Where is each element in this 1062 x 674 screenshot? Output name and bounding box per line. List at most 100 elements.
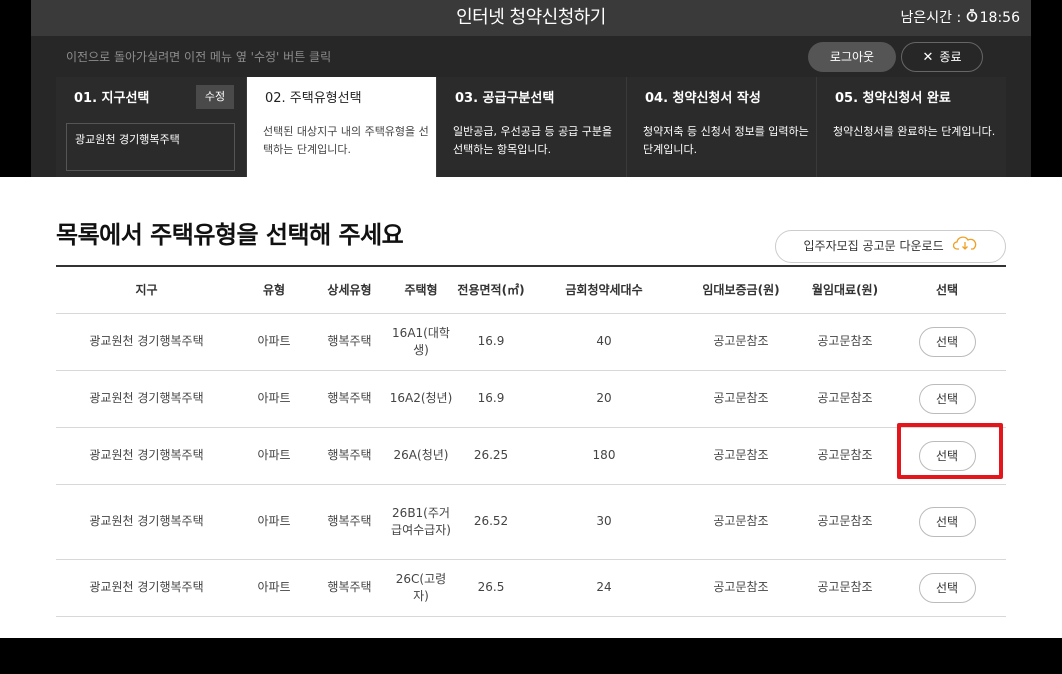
cell-detail: 행복주택: [311, 559, 388, 617]
cell-select: 선택: [888, 559, 1006, 617]
cell-area: 26.5: [454, 559, 528, 617]
cell-rent: 공고문참조: [802, 370, 888, 428]
step-title: 04. 청약신청서 작성: [645, 91, 761, 106]
cell-rent: 공고문참조: [802, 559, 888, 617]
download-notice-button[interactable]: 입주자모집 공고문 다운로드: [775, 230, 1006, 263]
column-header: 주택형: [388, 265, 454, 314]
step-description: 청약신청서를 완료하는 단계입니다.: [833, 125, 996, 138]
select-button[interactable]: 선택: [918, 506, 976, 537]
cell-select: 선택: [888, 484, 1006, 560]
edit-district-button[interactable]: 수정: [196, 85, 234, 109]
house-type-table: 지구 유형 상세유형 주택형 전용면적(㎡) 금회청약세대수 임대보증금(원) …: [56, 265, 1006, 617]
timer-label: 남은시간 :: [900, 10, 962, 26]
cell-house-type: 16A2(청년): [388, 370, 454, 428]
step-list: 01. 지구선택 수정 광교원천 경기행복주택 02. 주택유형선택 선택된 대…: [56, 77, 1006, 177]
timer-value: 18:56: [979, 10, 1020, 26]
step-supply-type: 03. 공급구분선택 일반공급, 우선공급 등 공급 구분을 선택하는 항목입니…: [436, 77, 626, 177]
exit-button[interactable]: ✕ 종료: [901, 42, 983, 72]
download-label: 입주자모집 공고문 다운로드: [803, 239, 944, 253]
logout-button[interactable]: 로그아웃: [808, 42, 896, 72]
selected-district-box: 광교원천 경기행복주택: [66, 123, 235, 171]
exit-label: 종료: [939, 50, 962, 64]
cell-house-type: 26A(청년): [388, 427, 454, 485]
cell-type: 아파트: [237, 559, 311, 617]
cell-select: 선택: [888, 313, 1006, 371]
cell-deposit: 공고문참조: [680, 559, 802, 617]
close-icon: ✕: [922, 50, 934, 65]
step-title: 05. 청약신청서 완료: [835, 91, 951, 106]
step-description: 선택된 대상지구 내의 주택유형을 선택하는 단계입니다.: [263, 125, 429, 156]
step-description: 일반공급, 우선공급 등 공급 구분을 선택하는 항목입니다.: [453, 125, 613, 156]
cell-units: 30: [528, 484, 680, 560]
cloud-download-icon: [953, 231, 977, 262]
column-header: 월임대료(원): [802, 265, 888, 314]
cell-area: 26.25: [454, 427, 528, 485]
cell-area: 26.52: [454, 484, 528, 560]
table-row: 광교원천 경기행복주택 아파트 행복주택 26C(고령자) 26.5 24 공고…: [56, 559, 1006, 617]
cell-district: 광교원천 경기행복주택: [56, 427, 237, 485]
cell-deposit: 공고문참조: [680, 313, 802, 371]
cell-detail: 행복주택: [311, 370, 388, 428]
cell-type: 아파트: [237, 313, 311, 371]
cell-rent: 공고문참조: [802, 313, 888, 371]
table-row: 광교원천 경기행복주택 아파트 행복주택 16A1(대학생) 16.9 40 공…: [56, 313, 1006, 371]
cell-district: 광교원천 경기행복주택: [56, 484, 237, 560]
step-title: 02. 주택유형선택: [265, 91, 362, 106]
cell-rent: 공고문참조: [802, 484, 888, 560]
table-header-row: 지구 유형 상세유형 주택형 전용면적(㎡) 금회청약세대수 임대보증금(원) …: [56, 265, 1006, 314]
cell-area: 16.9: [454, 313, 528, 371]
cell-units: 24: [528, 559, 680, 617]
page-header-title: 인터넷 청약신청하기: [456, 7, 606, 28]
cell-deposit: 공고문참조: [680, 484, 802, 560]
cell-district: 광교원천 경기행복주택: [56, 370, 237, 428]
step-navigation-bar: 이전으로 돌아가실려면 이전 메뉴 옆 '수정' 버튼 클릭 로그아웃 ✕ 종료 …: [31, 36, 1031, 177]
page-title: 목록에서 주택유형을 선택해 주세요: [56, 221, 404, 249]
table-row: 광교원천 경기행복주택 아파트 행복주택 26A(청년) 26.25 180 공…: [56, 427, 1006, 485]
step-complete: 05. 청약신청서 완료 청약신청서를 완료하는 단계입니다.: [816, 77, 1006, 177]
cell-detail: 행복주택: [311, 427, 388, 485]
select-button[interactable]: 선택: [918, 383, 976, 414]
cell-rent: 공고문참조: [802, 427, 888, 485]
cell-type: 아파트: [237, 370, 311, 428]
cell-units: 180: [528, 427, 680, 485]
cell-house-type: 16A1(대학생): [388, 313, 454, 371]
cell-district: 광교원천 경기행복주택: [56, 313, 237, 371]
left-margin: [0, 0, 31, 177]
stopwatch-icon: [966, 0, 978, 36]
back-hint-text: 이전으로 돌아가실려면 이전 메뉴 옆 '수정' 버튼 클릭: [66, 50, 332, 64]
cell-units: 20: [528, 370, 680, 428]
cell-district: 광교원천 경기행복주택: [56, 559, 237, 617]
cell-house-type: 26C(고령자): [388, 559, 454, 617]
cell-type: 아파트: [237, 484, 311, 560]
cell-detail: 행복주택: [311, 313, 388, 371]
cell-deposit: 공고문참조: [680, 427, 802, 485]
cell-units: 40: [528, 313, 680, 371]
cell-select: 선택: [888, 370, 1006, 428]
cell-house-type: 26B1(주거급여수급자): [388, 484, 454, 560]
cell-type: 아파트: [237, 427, 311, 485]
step-title: 01. 지구선택: [74, 91, 150, 106]
step-application-form: 04. 청약신청서 작성 청약저축 등 신청서 정보를 입력하는 단계입니다.: [626, 77, 816, 177]
column-header: 임대보증금(원): [680, 265, 802, 314]
step-district: 01. 지구선택 수정 광교원천 경기행복주택: [56, 77, 246, 177]
step-house-type: 02. 주택유형선택 선택된 대상지구 내의 주택유형을 선택하는 단계입니다.: [246, 77, 436, 177]
column-header: 금회청약세대수: [528, 265, 680, 314]
session-timer: 남은시간 : 18:56: [900, 0, 1020, 36]
column-header: 유형: [237, 265, 311, 314]
cell-deposit: 공고문참조: [680, 370, 802, 428]
top-header: 인터넷 청약신청하기 남은시간 : 18:56: [31, 0, 1031, 36]
cell-area: 16.9: [454, 370, 528, 428]
step-title: 03. 공급구분선택: [455, 91, 555, 106]
select-button[interactable]: 선택: [918, 572, 976, 603]
column-header: 선택: [888, 265, 1006, 314]
select-button[interactable]: 선택: [918, 326, 976, 357]
cell-detail: 행복주택: [311, 484, 388, 560]
table-row: 광교원천 경기행복주택 아파트 행복주택 16A2(청년) 16.9 20 공고…: [56, 370, 1006, 428]
step-description: 청약저축 등 신청서 정보를 입력하는 단계입니다.: [643, 125, 809, 156]
right-margin: [1031, 0, 1062, 177]
table-row: 광교원천 경기행복주택 아파트 행복주택 26B1(주거급여수급자) 26.52…: [56, 484, 1006, 560]
column-header: 지구: [56, 265, 237, 314]
column-header: 상세유형: [311, 265, 388, 314]
highlight-box: [897, 423, 1003, 479]
column-header: 전용면적(㎡): [454, 265, 528, 314]
